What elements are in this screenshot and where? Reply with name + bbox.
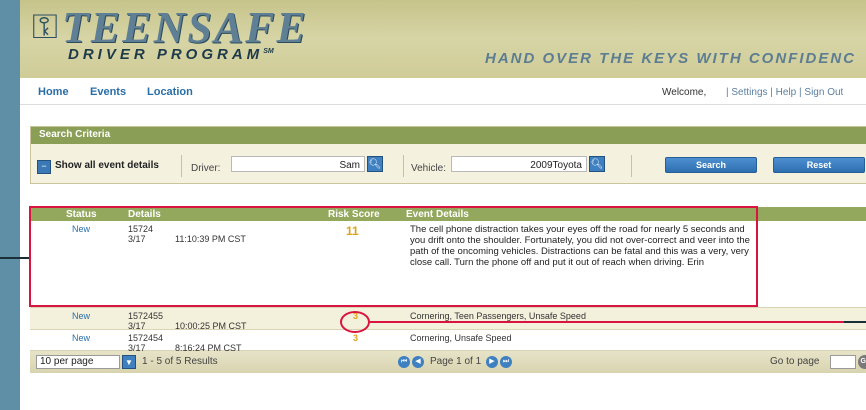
row-event-id[interactable]: 1572454 (128, 333, 163, 343)
help-link[interactable]: | Help (770, 87, 796, 98)
driver-field[interactable]: Sam (231, 156, 365, 172)
search-button[interactable]: Search (665, 157, 757, 173)
settings-link[interactable]: | Settings (726, 87, 768, 98)
divider (403, 155, 404, 177)
row-event-details: Cornering, Unsafe Speed (410, 333, 512, 343)
go-button[interactable]: GO (858, 355, 866, 369)
page-info: Page 1 of 1 (430, 356, 482, 367)
divider (631, 155, 632, 177)
annotation-highlight-circle (340, 311, 370, 333)
header-banner: ⚿ TEENSAFE DRIVER PROGRAMSM HAND OVER TH… (20, 0, 866, 78)
last-page-icon[interactable]: ⏭︎ (500, 356, 512, 368)
key-icon: ⚿ (32, 7, 58, 47)
divider (181, 155, 182, 177)
reset-button[interactable]: Reset (773, 157, 865, 173)
vehicle-field[interactable]: 2009Toyota (451, 156, 587, 172)
show-all-details-label[interactable]: Show all event details (55, 160, 159, 171)
driver-label: Driver: (191, 163, 221, 174)
search-criteria-heading: Search Criteria (31, 127, 866, 144)
annotation-connector (844, 321, 866, 323)
table-row[interactable]: New 1572455 3/17 10:00:25 PM CST 3 Corne… (30, 308, 866, 331)
row-risk-score: 3 (353, 333, 359, 343)
per-page-select[interactable]: 10 per page (36, 355, 120, 369)
signout-link[interactable]: | Sign Out (799, 87, 843, 98)
show-details-toggle-icon[interactable]: − (37, 160, 51, 174)
table-row[interactable]: New 1572454 3/17 8:16:24 PM CST 3 Corner… (30, 330, 866, 353)
logo-title: TEENSAFE (62, 3, 308, 52)
nav-home[interactable]: Home (38, 86, 69, 98)
tagline: HAND OVER THE KEYS WITH CONFIDENC (484, 50, 856, 67)
pagination-bar: 10 per page ▼ 1 - 5 of 5 Results ⏮︎ ◀ Pa… (30, 351, 866, 373)
goto-label: Go to page (770, 356, 820, 367)
prev-page-icon[interactable]: ◀ (412, 356, 424, 368)
top-nav: Home Events Location Welcome, | Settings… (20, 78, 866, 105)
search-criteria-panel: Search Criteria − Show all event details… (30, 126, 866, 184)
first-page-icon[interactable]: ⏮︎ (398, 356, 410, 368)
next-page-icon[interactable]: ▶ (486, 356, 498, 368)
vehicle-lookup-icon[interactable]: 🔍︎ (589, 156, 605, 172)
annotation-connector (370, 321, 844, 323)
driver-lookup-icon[interactable]: 🔍︎ (367, 156, 383, 172)
nav-location[interactable]: Location (147, 86, 193, 98)
nav-events[interactable]: Events (90, 86, 126, 98)
chevron-down-icon[interactable]: ▼ (122, 355, 136, 369)
annotation-connector (0, 257, 29, 259)
account-links: | Settings | Help | Sign Out (726, 87, 843, 98)
logo-subtitle-text: DRIVER PROGRAM (68, 46, 264, 63)
welcome-text: Welcome, (662, 87, 707, 98)
row-event-details: Cornering, Teen Passengers, Unsafe Speed (410, 311, 586, 321)
logo-subtitle: DRIVER PROGRAMSM (68, 46, 274, 63)
trademark-mark: SM (263, 48, 274, 55)
annotation-highlight-box (29, 206, 758, 307)
goto-page-input[interactable] (830, 355, 856, 369)
row-status: New (72, 311, 91, 321)
row-event-id[interactable]: 1572455 (128, 311, 163, 321)
app-frame: ⚿ TEENSAFE DRIVER PROGRAMSM HAND OVER TH… (20, 0, 866, 410)
results-count: 1 - 5 of 5 Results (142, 356, 218, 367)
row-status: New (72, 333, 91, 343)
vehicle-label: Vehicle: (411, 163, 447, 174)
